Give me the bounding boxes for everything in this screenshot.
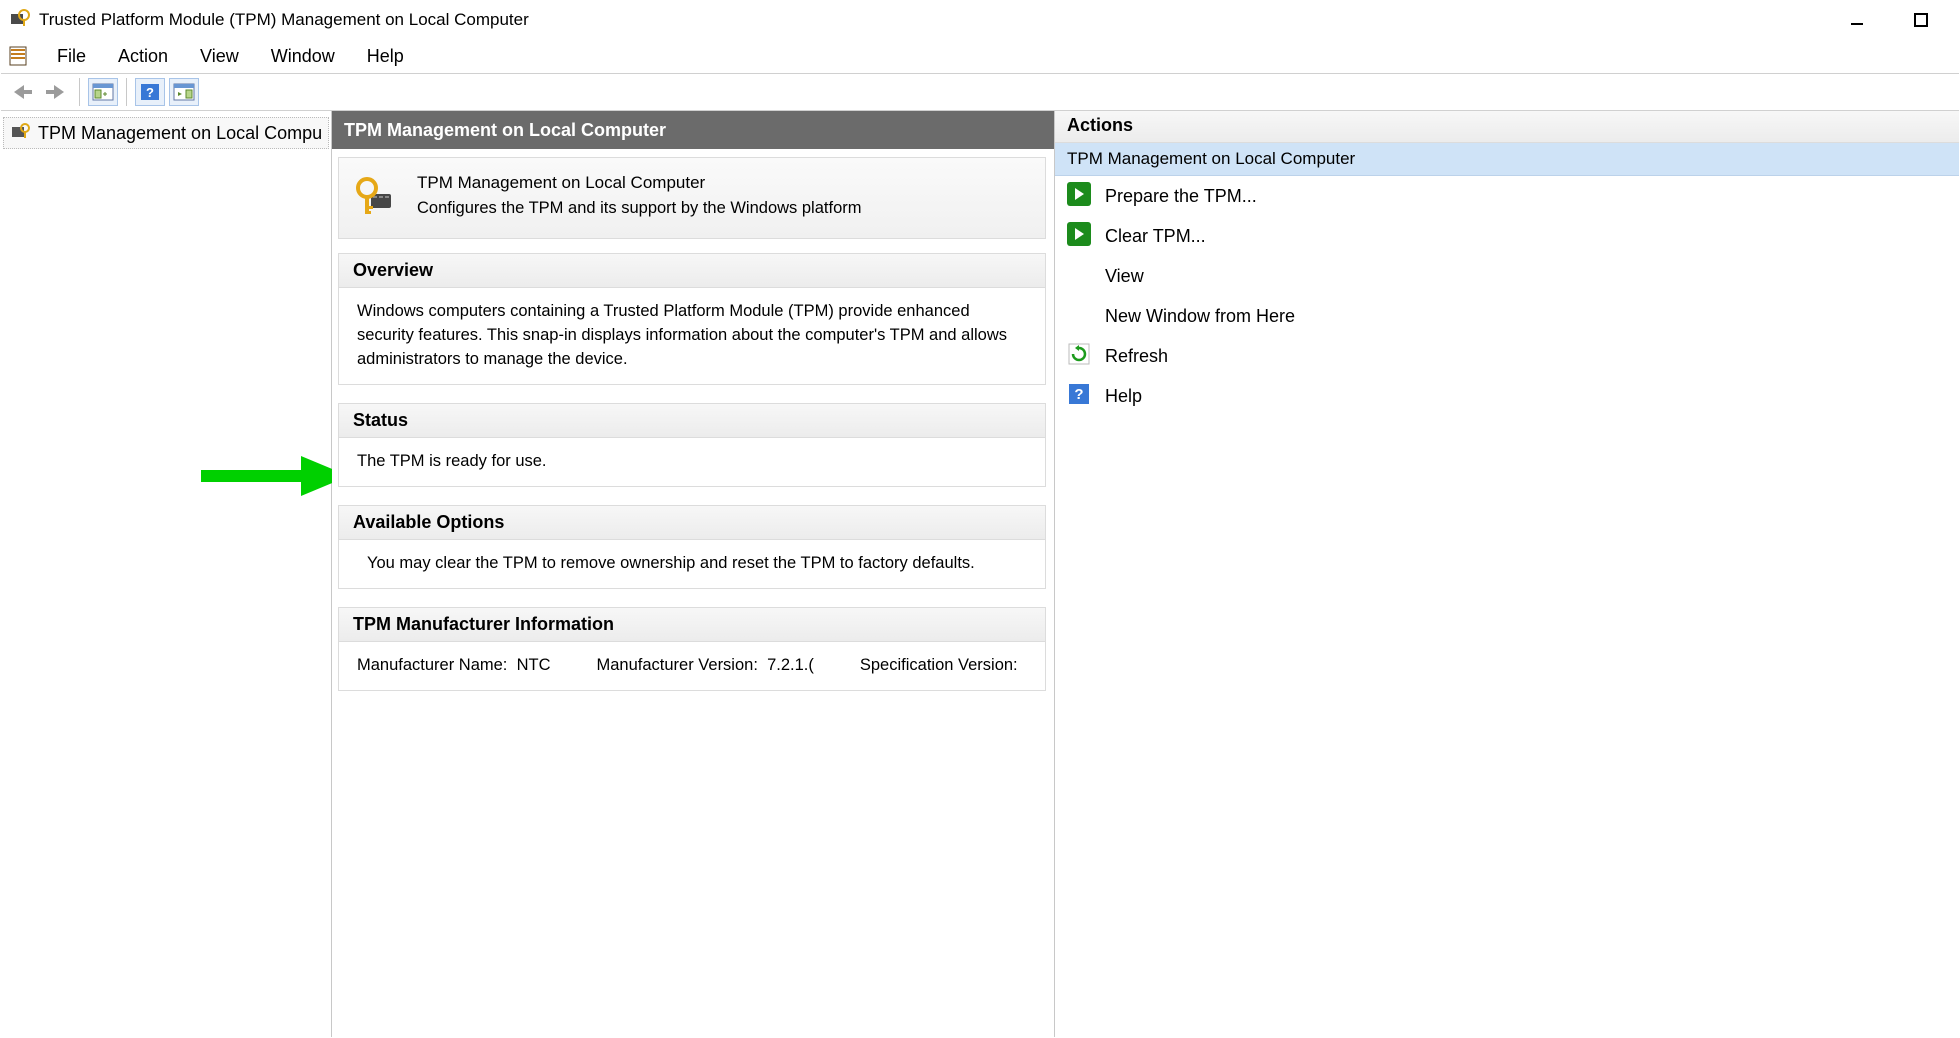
- forward-button[interactable]: [41, 78, 71, 106]
- blank-icon: [1067, 304, 1091, 328]
- action-label: View: [1105, 266, 1144, 287]
- tmi-heading[interactable]: TPM Manufacturer Information: [339, 608, 1045, 642]
- menubar: File Action View Window Help: [1, 39, 1959, 73]
- toolbar: ?: [1, 73, 1959, 111]
- toolbar-separator: [79, 78, 80, 106]
- action-help[interactable]: ? Help: [1055, 376, 1959, 416]
- tmi-name-value: NTC: [517, 656, 551, 674]
- actions-subheader: TPM Management on Local Computer: [1055, 143, 1959, 176]
- svg-text:?: ?: [1074, 386, 1083, 403]
- status-body: The TPM is ready for use.: [339, 438, 1045, 486]
- client-area: TPM Management on Local Compu TPM Manage…: [1, 111, 1959, 1037]
- action-refresh[interactable]: Refresh: [1055, 336, 1959, 376]
- overview-section: Overview Windows computers containing a …: [338, 253, 1046, 385]
- overview-heading[interactable]: Overview: [339, 254, 1045, 288]
- back-button[interactable]: [7, 78, 37, 106]
- status-section: Status The TPM is ready for use.: [338, 403, 1046, 487]
- result-pane-header: TPM Management on Local Computer: [332, 111, 1054, 149]
- maximize-button[interactable]: [1907, 6, 1935, 34]
- actions-header: Actions: [1055, 111, 1959, 143]
- help-icon: ?: [1067, 382, 1091, 411]
- tree-node-tpm-root[interactable]: TPM Management on Local Compu: [3, 117, 329, 149]
- menu-window[interactable]: Window: [255, 42, 351, 71]
- menu-view[interactable]: View: [184, 42, 255, 71]
- tpm-chip-icon: [10, 121, 32, 145]
- action-label: Refresh: [1105, 346, 1168, 367]
- action-label: New Window from Here: [1105, 306, 1295, 327]
- titlebar: Trusted Platform Module (TPM) Management…: [1, 1, 1959, 39]
- intro-title: TPM Management on Local Computer: [417, 172, 862, 195]
- svg-text:?: ?: [146, 85, 154, 100]
- tmi-row: Manufacturer Name: NTC Manufacturer Vers…: [357, 654, 1027, 678]
- show-hide-action-pane-button[interactable]: [169, 78, 199, 106]
- toolbar-separator: [126, 78, 127, 106]
- available-options-section: Available Options You may clear the TPM …: [338, 505, 1046, 589]
- refresh-icon: [1067, 342, 1091, 371]
- menu-file[interactable]: File: [41, 42, 102, 71]
- action-label: Prepare the TPM...: [1105, 186, 1257, 207]
- tpm-app-icon: [9, 7, 31, 33]
- tpm-mmc-window: Trusted Platform Module (TPM) Management…: [0, 0, 1960, 1038]
- available-options-heading[interactable]: Available Options: [339, 506, 1045, 540]
- tpm-manufacturer-info-section: TPM Manufacturer Information Manufacture…: [338, 607, 1046, 691]
- tmi-version-value: 7.2.1.(: [767, 656, 814, 674]
- menu-help[interactable]: Help: [351, 42, 420, 71]
- mmc-console-icon: [7, 44, 31, 68]
- action-clear-tpm[interactable]: Clear TPM...: [1055, 216, 1959, 256]
- available-options-body: You may clear the TPM to remove ownershi…: [339, 540, 1045, 588]
- action-new-window[interactable]: New Window from Here: [1055, 296, 1959, 336]
- tpm-key-icon: [351, 172, 399, 224]
- console-tree-pane[interactable]: TPM Management on Local Compu: [1, 111, 332, 1037]
- arrow-right-icon: [1067, 222, 1091, 251]
- action-prepare-tpm[interactable]: Prepare the TPM...: [1055, 176, 1959, 216]
- tmi-name-label: Manufacturer Name:: [357, 656, 507, 674]
- result-pane: TPM Management on Local Computer: [332, 111, 1055, 1037]
- tree-node-label: TPM Management on Local Compu: [38, 123, 322, 144]
- overview-body: Windows computers containing a Trusted P…: [339, 288, 1045, 384]
- action-view[interactable]: View: [1055, 256, 1959, 296]
- status-heading[interactable]: Status: [339, 404, 1045, 438]
- action-label: Help: [1105, 386, 1142, 407]
- actions-pane: Actions TPM Management on Local Computer…: [1055, 111, 1959, 1037]
- window-controls: [1843, 6, 1951, 34]
- help-button[interactable]: ?: [135, 78, 165, 106]
- intro-description: Configures the TPM and its support by th…: [417, 197, 862, 219]
- tmi-spec-label: Specification Version:: [860, 656, 1018, 674]
- window-title: Trusted Platform Module (TPM) Management…: [39, 10, 529, 30]
- menu-action[interactable]: Action: [102, 42, 184, 71]
- minimize-button[interactable]: [1843, 6, 1871, 34]
- blank-icon: [1067, 264, 1091, 288]
- show-hide-tree-button[interactable]: [88, 78, 118, 106]
- arrow-right-icon: [1067, 182, 1091, 211]
- tmi-version-label: Manufacturer Version:: [597, 656, 758, 674]
- intro-section: TPM Management on Local Computer Configu…: [338, 157, 1046, 239]
- action-label: Clear TPM...: [1105, 226, 1206, 247]
